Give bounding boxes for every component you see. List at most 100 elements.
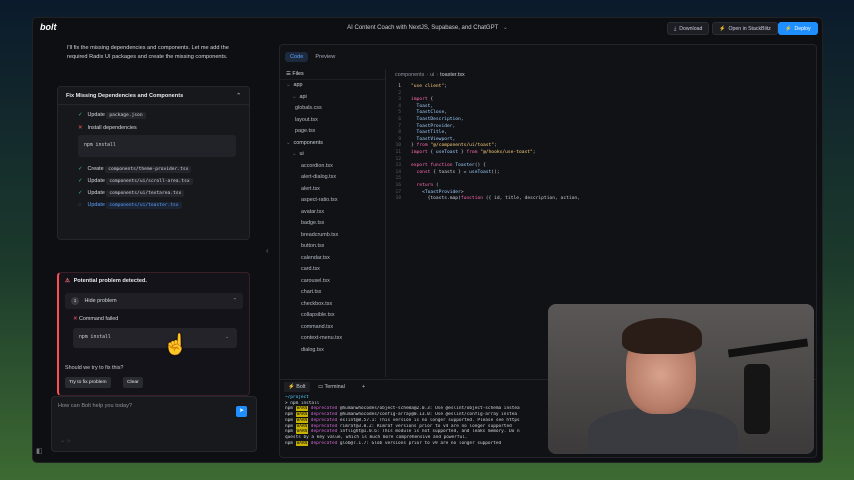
step-target: components/ui/toaster.tsx — [106, 202, 182, 209]
tree-file[interactable]: avatar.tsx — [298, 209, 324, 215]
tree-item-label: button.tsx — [301, 243, 325, 249]
step-update-package-json: ✓ Update package.json — [78, 112, 146, 119]
tree-item-label: calendar.tsx — [301, 254, 330, 261]
tree-file[interactable]: context-menu.tsx — [298, 335, 342, 341]
tree-file[interactable]: command.tsx — [298, 324, 333, 330]
tree-folder[interactable]: ⌄ ui — [292, 151, 304, 157]
tab-terminal[interactable]: ▭ Terminal — [314, 382, 349, 392]
chat-input[interactable] — [58, 403, 228, 409]
problem-count: 1 — [71, 297, 79, 305]
tree-folder[interactable]: ⌄ app — [286, 82, 303, 88]
fix-question: Should we try to fix this? — [65, 365, 124, 371]
step-create-theme-provider: ✓ Create components/theme-provider.tsx — [78, 166, 192, 173]
send-icon: ➤ — [238, 408, 245, 414]
step-update-toaster: ◌ Update components/ui/toaster.tsx — [78, 202, 182, 209]
download-icon: ⤓ — [674, 26, 677, 32]
tree-file[interactable]: dialog.tsx — [298, 347, 324, 353]
presenter-hair — [622, 318, 702, 354]
hide-problem-label: Hide problem — [84, 298, 117, 304]
file-tree: ☰ Files ⌄ app ⌄ api globals.css layout.tsx … — [280, 69, 386, 377]
workbench-tabs: Code Preview — [285, 52, 340, 62]
tree-item-label: alert.tsx — [301, 185, 320, 192]
download-label: Download — [679, 26, 703, 32]
tree-file[interactable]: accordion.tsx — [298, 163, 333, 169]
breadcrumb-item[interactable]: components — [395, 72, 424, 78]
step-verb: Install dependencies — [87, 125, 137, 131]
stackblitz-label: Open in StackBlitz — [728, 26, 771, 32]
clear-button[interactable]: Clear — [123, 377, 143, 388]
step-target: components/ui/scroll-area.tsx — [106, 178, 193, 185]
step-verb: Update — [87, 190, 105, 196]
terminal-lines: npm WARN deprecated @humanwhocodes/objec… — [285, 406, 575, 446]
presenter-torso — [588, 408, 738, 454]
x-icon: ✕ — [78, 125, 83, 131]
check-icon: ✓ — [78, 112, 83, 118]
tree-item-label: accordion.tsx — [301, 162, 333, 169]
attach-icon[interactable]: ⌁ ✧ — [61, 438, 71, 445]
step-target: package.json — [106, 112, 146, 119]
tree-file[interactable]: breadcrumb.tsx — [298, 232, 338, 238]
step-verb: Update — [87, 178, 105, 184]
problem-alert: ⚠ Potential problem detected. 1 Hide pro… — [57, 272, 250, 396]
chevron-down-icon: ⌄ — [286, 82, 291, 88]
tree-item-label: api — [299, 93, 307, 100]
hide-problem-toggle[interactable]: 1 Hide problem ⌃ — [65, 293, 243, 309]
line-number: 18 — [395, 196, 401, 202]
tree-file[interactable]: collapsible.tsx — [298, 312, 335, 318]
sidebar-toggle-icon[interactable]: ◧ — [36, 447, 43, 455]
tree-item-label: dialog.tsx — [301, 346, 324, 353]
tree-file[interactable]: layout.tsx — [292, 117, 318, 123]
tree-file[interactable]: alert-dialog.tsx — [298, 174, 336, 180]
step-verb: Update — [87, 202, 105, 208]
tree-item-label: alert-dialog.tsx — [301, 174, 337, 180]
tab-label: Bolt — [296, 384, 306, 390]
terminal-output[interactable]: ~/project > npm install npm WARN depreca… — [285, 395, 575, 457]
tree-folder[interactable]: ⌄ api — [292, 94, 307, 100]
tree-item-label: ui — [299, 151, 304, 157]
problem-header: ⚠ Potential problem detected. — [65, 278, 147, 284]
tree-item-label: aspect-ratio.tsx — [301, 197, 338, 203]
step-verb: Update — [87, 112, 105, 118]
collapse-arrow-icon[interactable]: ‹ — [266, 246, 269, 255]
tree-folder[interactable]: ⌄ components — [286, 140, 323, 146]
tree-item-label: context-menu.tsx — [301, 335, 343, 341]
failed-command-row[interactable]: npm install ⌄ — [73, 328, 237, 348]
command-box: npm install — [78, 135, 236, 157]
tree-file[interactable]: globals.css — [292, 105, 322, 111]
deploy-label: Deploy — [794, 26, 811, 32]
bolt-icon: ⚡ — [288, 384, 295, 390]
open-stackblitz-button[interactable]: ⚡ Open in StackBlitz — [712, 22, 778, 35]
chevron-down-icon: ⌄ — [292, 151, 297, 157]
step-target: components/ui/textarea.tsx — [106, 190, 185, 197]
tree-file[interactable]: checkbox.tsx — [298, 301, 332, 307]
tab-bolt-terminal[interactable]: ⚡ Bolt — [284, 382, 310, 392]
tree-file[interactable]: page.tsx — [292, 128, 315, 134]
chevron-down-icon: ⌄ — [224, 335, 229, 340]
breadcrumb-item[interactable]: toaster.tsx — [440, 72, 465, 78]
tree-item-label: card.tsx — [301, 266, 320, 272]
try-fix-button[interactable]: Try to fix problem — [65, 377, 111, 388]
tree-item-label: command.tsx — [301, 323, 334, 330]
step-update-scroll-area: ✓ Update components/ui/scroll-area.tsx — [78, 178, 193, 185]
tab-code[interactable]: Code — [285, 52, 309, 62]
chat-panel: I'll fix the missing dependencies and co… — [55, 44, 253, 409]
tree-file[interactable]: alert.tsx — [298, 186, 320, 192]
command-failed-label: Command failed — [79, 316, 119, 322]
tree-file[interactable]: card.tsx — [298, 266, 320, 272]
add-terminal-icon[interactable]: + — [358, 382, 369, 392]
tree-file[interactable]: aspect-ratio.tsx — [298, 197, 338, 203]
breadcrumb-item[interactable]: ui — [430, 72, 434, 78]
tree-file[interactable]: badge.tsx — [298, 220, 324, 226]
deploy-button[interactable]: ⚡ Deploy — [778, 22, 818, 35]
tab-preview[interactable]: Preview — [310, 52, 340, 62]
tree-file[interactable]: carousel.tsx — [298, 278, 330, 284]
tree-file[interactable]: button.tsx — [298, 243, 324, 249]
tree-item-label: carousel.tsx — [301, 277, 330, 284]
tree-item-label: avatar.tsx — [301, 208, 325, 215]
tree-file[interactable]: chart.tsx — [298, 289, 321, 295]
send-button[interactable]: ➤ — [236, 406, 247, 417]
download-button[interactable]: ⤓ Download — [667, 22, 710, 35]
action-card-header[interactable]: Fix Missing Dependencies and Components … — [58, 87, 249, 105]
tree-file[interactable]: calendar.tsx — [298, 255, 330, 261]
webcam-overlay — [548, 304, 814, 454]
